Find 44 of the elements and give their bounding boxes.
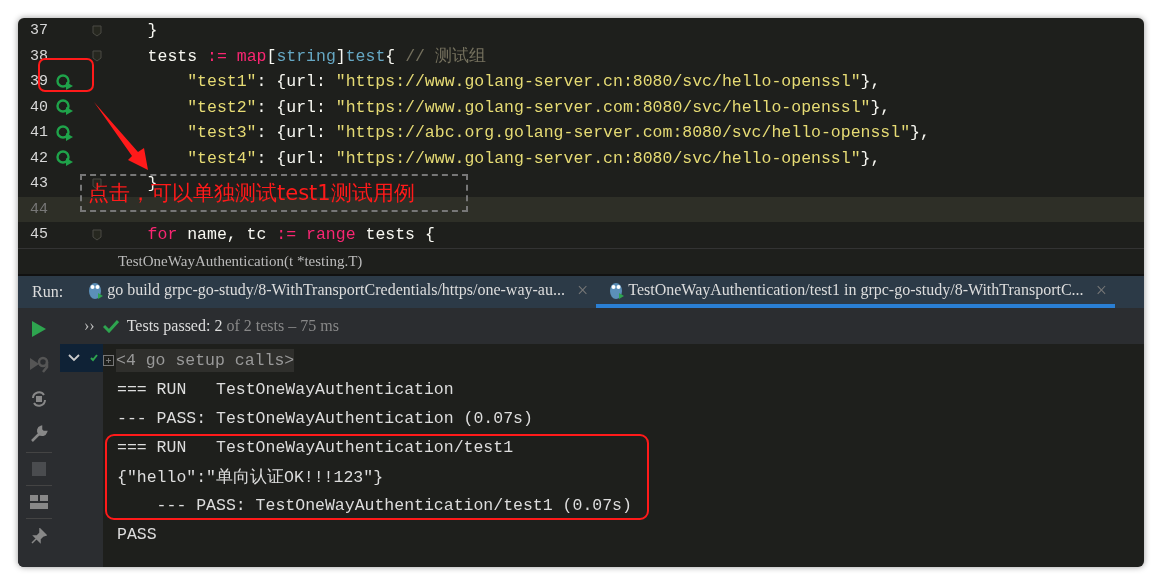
output-line: PASS [116, 525, 157, 544]
fold-marker-icon[interactable] [92, 24, 102, 37]
code-line: tests := map[string]test{ // 测试组 [146, 46, 486, 68]
code-line: } [146, 21, 158, 41]
run-icon[interactable] [31, 320, 47, 338]
line-number: 37 [29, 22, 48, 40]
fold-marker-icon[interactable] [92, 50, 102, 63]
run-test-icon[interactable] [56, 99, 74, 116]
output-line: --- PASS: TestOneWayAuthentication/test1 (0.07s) [155, 496, 632, 515]
output-line: {"hello":"单向认证OK!!!123"} [116, 466, 384, 488]
fold-marker-icon[interactable] [92, 228, 102, 241]
check-icon [90, 354, 98, 362]
run-config-icon [608, 280, 625, 300]
code-line: for name, tc := range tests { [146, 225, 435, 245]
line-number: 42 [29, 149, 48, 167]
line-number: 45 [29, 226, 48, 244]
line-number: 41 [29, 124, 48, 142]
expand-toggle[interactable]: ›› [84, 317, 95, 335]
code-line: "test4": {url: "https://www.golang-server.cn:8080/svc/hello-openssl"}, [186, 148, 881, 168]
run-test-icon[interactable] [56, 150, 74, 167]
pin-icon[interactable] [31, 528, 47, 544]
output-line: === RUN TestOneWayAuthentication/test1 [116, 438, 514, 457]
run-config-icon [87, 280, 104, 300]
run-test-icon[interactable] [56, 124, 74, 141]
chevron-down-icon [68, 354, 80, 362]
code-line: "test1": {url: "https://www.golang-server.cn:8080/svc/hello-openssl"}, [186, 72, 881, 92]
test-status: Tests passed: 2 of 2 tests – 75 ms [126, 317, 339, 335]
code-line: "test2": {url: "https://www.golang-server.com:8080/svc/hello-openssl"}, [186, 97, 891, 117]
run-test-icon[interactable] [56, 73, 74, 90]
line-number: 43 [29, 175, 48, 193]
toggle-icon[interactable] [30, 390, 48, 408]
layout-icon[interactable] [30, 495, 48, 509]
run-label: Run: [31, 283, 65, 301]
test-tree-row[interactable] [60, 344, 103, 372]
expand-icon[interactable] [103, 355, 114, 366]
line-number: 44 [29, 200, 48, 218]
check-icon [102, 319, 119, 333]
code-line: "test3": {url: "https://abc.org.golang-server.com:8080/svc/hello-openssl"}, [186, 123, 930, 143]
output-line: --- PASS: TestOneWayAuthentication (0.07s) [116, 409, 533, 428]
line-number: 40 [29, 98, 48, 116]
wrench-icon[interactable] [30, 425, 48, 443]
run-tab[interactable]: go build grpc-go-study/8-WithTransportCredentials/https/one-way-au... × [75, 276, 597, 308]
breadcrumb[interactable]: TestOneWayAuthentication(t *testing.T) [118, 253, 363, 270]
output-line: === RUN TestOneWayAuthentication [116, 380, 454, 399]
